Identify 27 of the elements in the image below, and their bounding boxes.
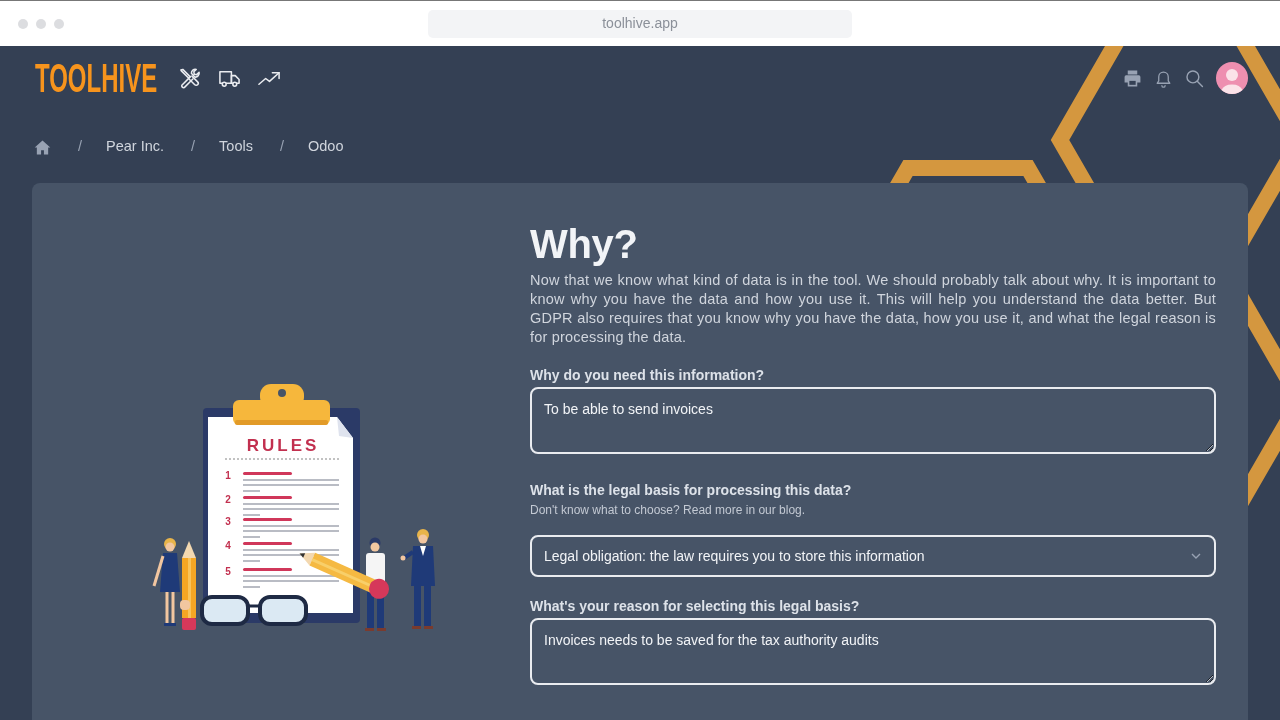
text-area-field[interactable]: Invoices needs to be saved for the tax authority audits [530,618,1216,685]
field-label: What is the legal basis for processing this data? [530,481,853,500]
rule-number: 5 [225,566,231,577]
breadcrumb-separator: / [279,137,284,157]
breadcrumb-separator: / [191,137,196,157]
breadcrumb-link[interactable]: Pear Inc. [106,136,165,158]
breadcrumb-link[interactable]: Odoo [308,136,344,158]
logo[interactable]: TOOLHIVE [35,58,158,98]
rule-number: 2 [225,494,231,505]
field-label: Why do you need this information? [530,366,766,385]
field-hint: Don't know what to choose? Read more in our blog. [530,502,807,518]
text-area-field[interactable]: To be able to send invoices [530,387,1216,454]
tools-icon[interactable] [178,66,201,90]
home-icon[interactable] [34,138,51,156]
field-label: What's your reason for selecting this legal basis? [530,597,861,616]
rules-title: RULES [246,436,320,455]
rule-number: 4 [225,540,231,551]
rule-number: 3 [225,516,231,527]
breadcrumb-link[interactable]: Tools [219,136,253,158]
intro-paragraph: Now that we know what kind of data is in the tool. We should probably talk about why. It is important to know why you have the data and how you use it. This will help you understand the data better. But GDPR also requires that you know why you have the data, how you use it, and what the legal reason is for processing the data. [530,271,1216,347]
search-icon[interactable] [1185,68,1204,88]
avatar-icon[interactable] [1216,62,1248,94]
section-title: Why? [530,222,639,266]
dropdown-select[interactable]: Legal obligation: the law requires you to store this information [530,535,1216,577]
rule-number: 1 [225,470,231,481]
breadcrumb-separator: / [78,137,83,157]
printer-icon[interactable] [1123,68,1142,88]
